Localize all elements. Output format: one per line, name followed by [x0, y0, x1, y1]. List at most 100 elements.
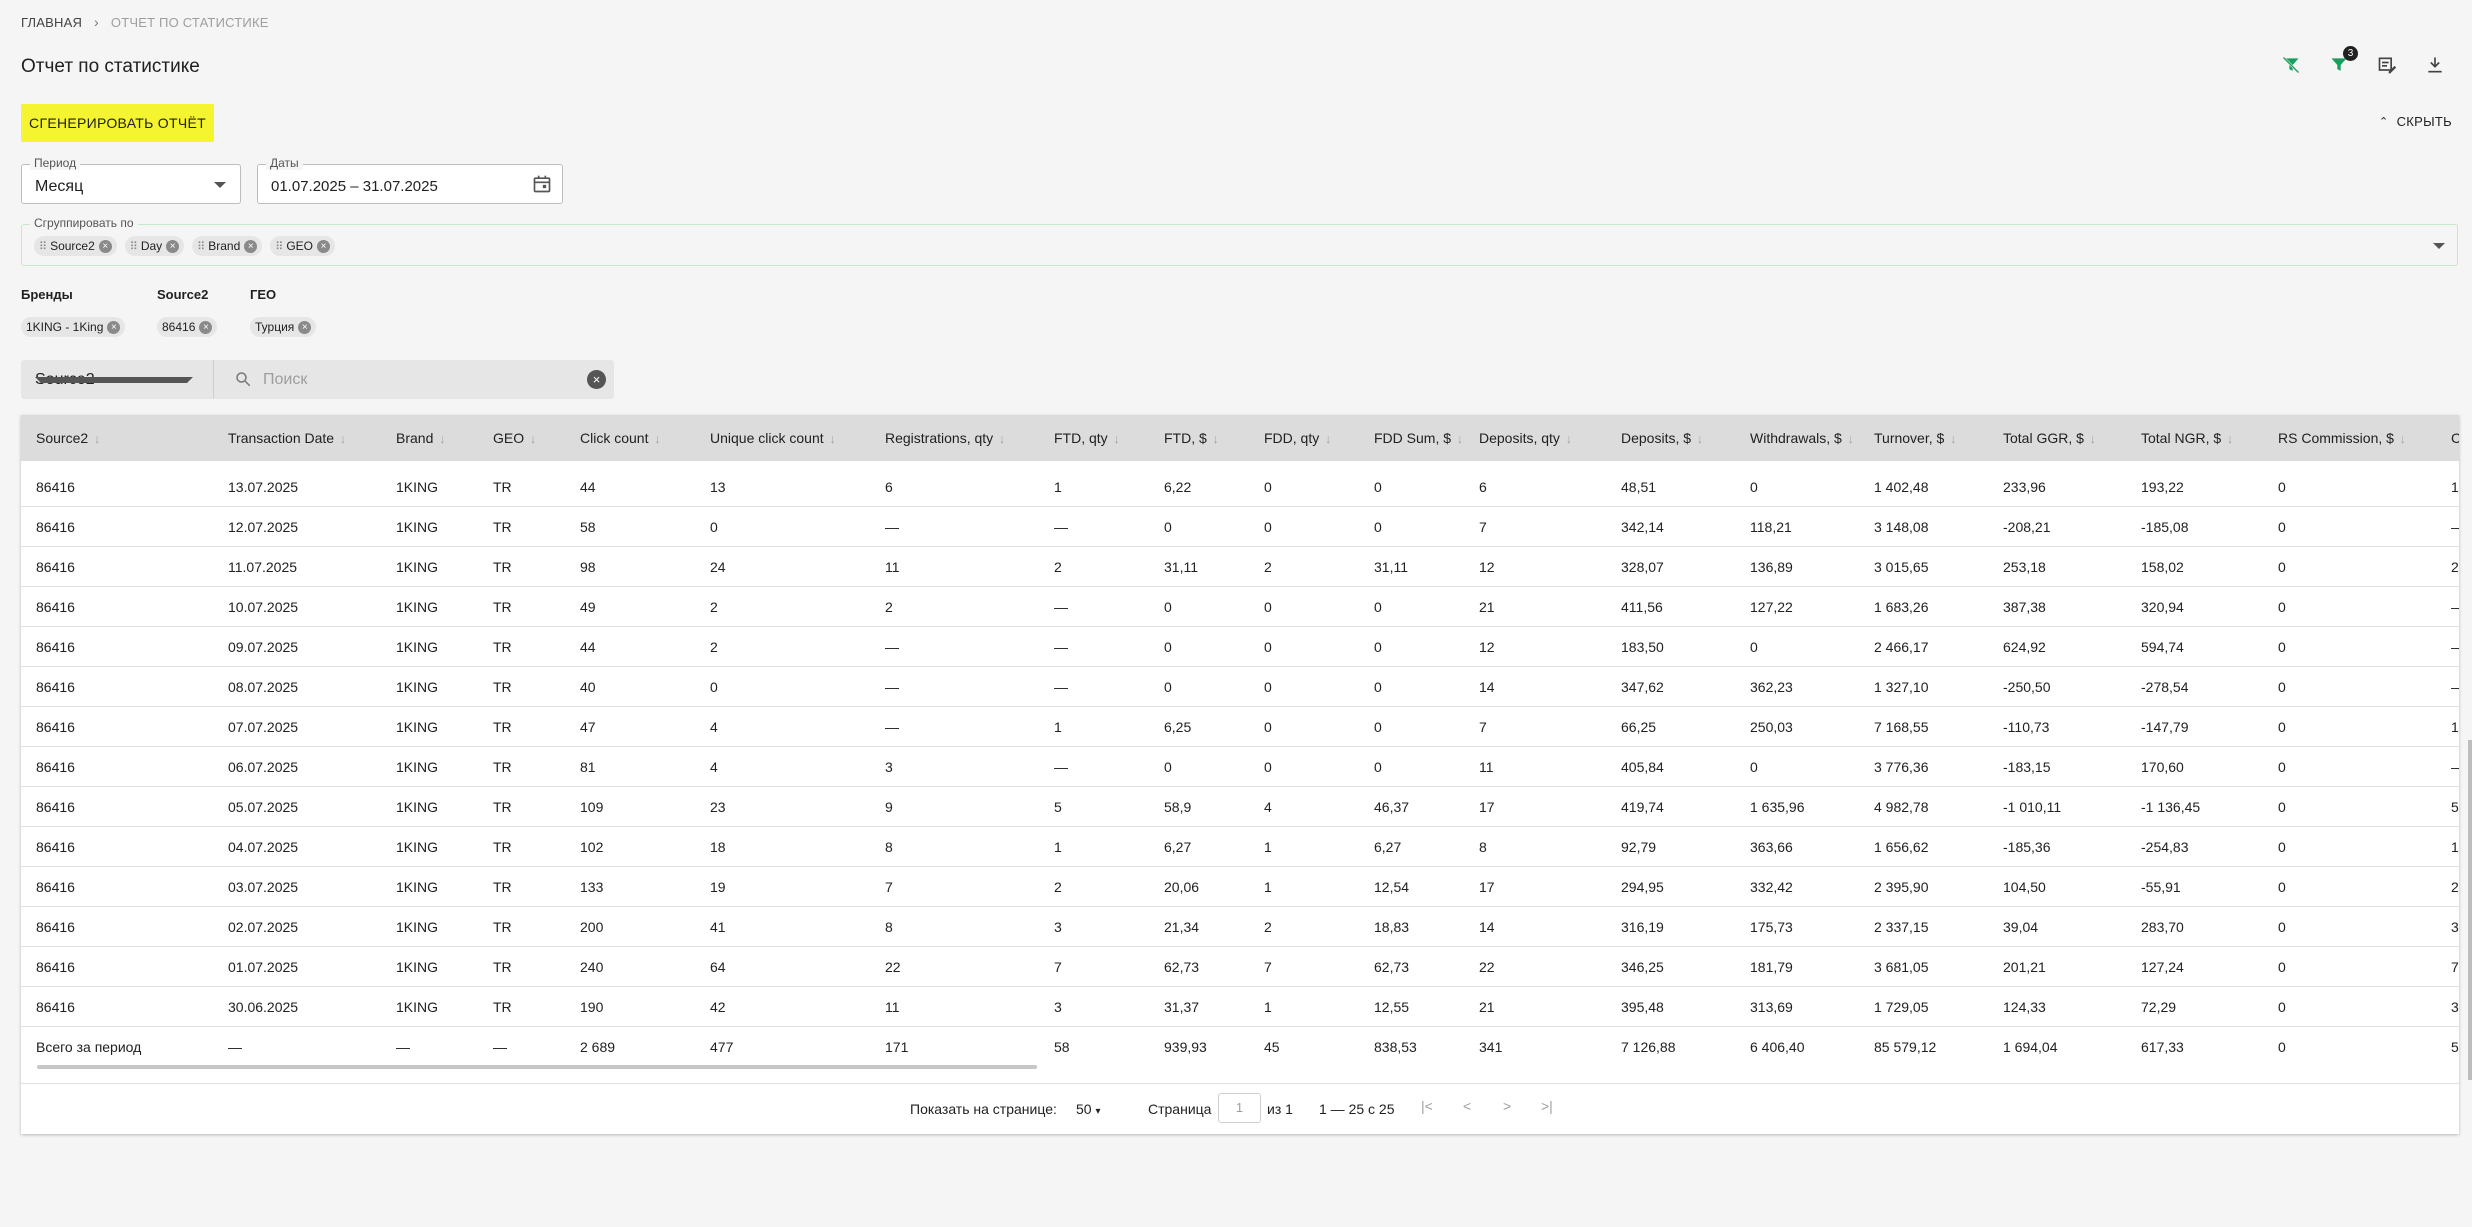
table-cell: 0	[1374, 639, 1382, 655]
sort-arrow-icon[interactable]: ↓	[1114, 432, 1120, 446]
table-cell: 1KING	[396, 599, 439, 615]
table-cell: —	[2451, 519, 2459, 535]
table-cell: 109	[580, 799, 604, 815]
column-header[interactable]: Transaction Date ↓	[228, 430, 346, 446]
column-header[interactable]: RS Commission, $ ↓	[2278, 430, 2406, 446]
close-icon[interactable]: ×	[107, 320, 121, 334]
column-header[interactable]: Total NGR, $ ↓	[2141, 430, 2233, 446]
column-header[interactable]: Total GGR, $ ↓	[2003, 430, 2096, 446]
table-cell: 62,73	[1374, 959, 1410, 975]
close-icon[interactable]: ×	[98, 239, 112, 253]
drag-handle-icon[interactable]: ⠿	[275, 240, 283, 253]
sort-arrow-icon[interactable]: ↓	[2400, 432, 2406, 446]
sort-arrow-icon[interactable]: ↓	[654, 432, 660, 446]
table-cell: 24	[710, 559, 726, 575]
group-chip[interactable]: ⠿ Day ×	[124, 236, 185, 256]
sort-arrow-icon[interactable]: ↓	[340, 432, 346, 446]
table-cell: 4	[1264, 799, 1272, 815]
source2-chip[interactable]: 86416 ×	[157, 317, 218, 337]
geo-chip[interactable]: Турция ×	[250, 317, 317, 337]
table-cell: 86416	[36, 639, 75, 655]
table-cell: 7 126,88	[1621, 1039, 1676, 1055]
table-cell: 12,54	[1374, 879, 1410, 895]
column-header[interactable]: Deposits, qty ↓	[1479, 430, 1572, 446]
filter-brands-label: Бренды	[21, 287, 73, 302]
column-header[interactable]: FDD Sum, $ ↓	[1374, 430, 1463, 446]
group-chip[interactable]: ⠿ GEO ×	[270, 236, 335, 256]
next-page-icon[interactable]: >	[1503, 1098, 1511, 1114]
table-cell: 21	[1479, 999, 1495, 1015]
last-page-icon[interactable]: >|	[1541, 1098, 1553, 1114]
period-select[interactable]: Период Месяц	[21, 156, 241, 204]
page-number-input[interactable]: 1	[1218, 1093, 1261, 1123]
drag-handle-icon[interactable]: ⠿	[39, 240, 47, 253]
table-cell: 104,50	[2003, 879, 2046, 895]
sort-arrow-icon[interactable]: ↓	[2227, 432, 2233, 446]
table-cell: 7	[1264, 959, 1272, 975]
search-input[interactable]	[263, 367, 583, 392]
close-icon[interactable]: ×	[166, 239, 180, 253]
vertical-scrollbar[interactable]	[2468, 740, 2472, 1080]
drag-handle-icon[interactable]: ⠿	[130, 240, 138, 253]
breadcrumb-current: ОТЧЕТ ПО СТАТИСТИКЕ	[110, 14, 269, 30]
table-cell: 66,25	[1621, 719, 1657, 735]
drag-handle-icon[interactable]: ⠿	[197, 240, 205, 253]
sort-arrow-icon[interactable]: ↓	[1950, 432, 1956, 446]
search-field-select[interactable]: Source2	[21, 360, 214, 399]
group-chip[interactable]: ⠿ Source2 ×	[34, 236, 117, 256]
column-header[interactable]: Registrations, qty ↓	[885, 430, 1005, 446]
column-header[interactable]: Click count ↓	[580, 430, 660, 446]
column-header[interactable]: FTD, qty ↓	[1054, 430, 1120, 446]
table-cell: 6 406,40	[1750, 1039, 1805, 1055]
hide-filters-button[interactable]: ⌃ СКРЫТЬ	[2379, 114, 2452, 129]
close-icon[interactable]: ×	[244, 239, 258, 253]
clear-filter-icon[interactable]	[2280, 54, 2302, 76]
clear-search-icon[interactable]: ×	[587, 370, 606, 389]
column-header[interactable]: Deposits, $ ↓	[1621, 430, 1703, 446]
column-header-label: Deposits, qty	[1479, 430, 1560, 446]
first-page-icon[interactable]: |<	[1421, 1098, 1433, 1114]
sort-arrow-icon[interactable]: ↓	[1566, 432, 1572, 446]
close-icon[interactable]: ×	[298, 320, 312, 334]
table-cell: 0	[1374, 759, 1382, 775]
column-header-label: Registrations, qty	[885, 430, 994, 446]
sort-arrow-icon[interactable]: ↓	[1457, 432, 1463, 446]
breadcrumb-home[interactable]: ГЛАВНАЯ	[21, 15, 82, 30]
table-cell: 233,96	[2003, 479, 2046, 495]
sort-arrow-icon[interactable]: ↓	[1848, 432, 1854, 446]
column-header[interactable]: C	[2451, 430, 2459, 446]
close-icon[interactable]: ×	[317, 239, 330, 253]
column-header[interactable]: Unique click count ↓	[710, 430, 836, 446]
sort-arrow-icon[interactable]: ↓	[2090, 432, 2096, 446]
calendar-icon[interactable]	[532, 174, 552, 199]
column-header[interactable]: FDD, qty ↓	[1264, 430, 1331, 446]
sort-arrow-icon[interactable]: ↓	[999, 432, 1005, 446]
sort-arrow-icon[interactable]: ↓	[439, 432, 445, 446]
sort-arrow-icon[interactable]: ↓	[1697, 432, 1703, 446]
caret-down-icon[interactable]	[2433, 243, 2445, 249]
previous-page-icon[interactable]: <	[1463, 1098, 1471, 1114]
column-header[interactable]: Source2 ↓	[36, 430, 100, 446]
sort-arrow-icon[interactable]: ↓	[94, 432, 100, 446]
per-page-select[interactable]: 50 ▾	[1076, 1101, 1101, 1117]
download-icon[interactable]	[2424, 54, 2446, 76]
horizontal-scrollbar[interactable]	[37, 1065, 1037, 1069]
sort-arrow-icon[interactable]: ↓	[530, 432, 536, 446]
column-header[interactable]: FTD, $ ↓	[1164, 430, 1219, 446]
column-header[interactable]: Brand ↓	[396, 430, 445, 446]
generate-report-button[interactable]: СГЕНЕРИРОВАТЬ ОТЧЁТ	[21, 104, 214, 142]
sort-arrow-icon[interactable]: ↓	[830, 432, 836, 446]
column-header[interactable]: Withdrawals, $ ↓	[1750, 430, 1854, 446]
date-range-field[interactable]: Даты 01.07.2025 – 31.07.2025	[257, 156, 563, 204]
table-settings-icon[interactable]	[2376, 54, 2398, 76]
sort-arrow-icon[interactable]: ↓	[1213, 432, 1219, 446]
filter-icon[interactable]: 3	[2328, 46, 2358, 76]
brand-chip[interactable]: 1KING - 1King ×	[21, 317, 126, 337]
group-by-field[interactable]: Сгруппировать по ⠿ Source2 × ⠿ Day × ⠿ Brand ×…	[21, 216, 2458, 266]
column-header[interactable]: GEO ↓	[493, 430, 536, 446]
column-header[interactable]: Turnover, $ ↓	[1874, 430, 1956, 446]
group-chip[interactable]: ⠿ Brand ×	[192, 236, 263, 256]
close-icon[interactable]: ×	[199, 320, 213, 334]
sort-arrow-icon[interactable]: ↓	[1325, 432, 1331, 446]
table-cell: 939,93	[1164, 1039, 1207, 1055]
